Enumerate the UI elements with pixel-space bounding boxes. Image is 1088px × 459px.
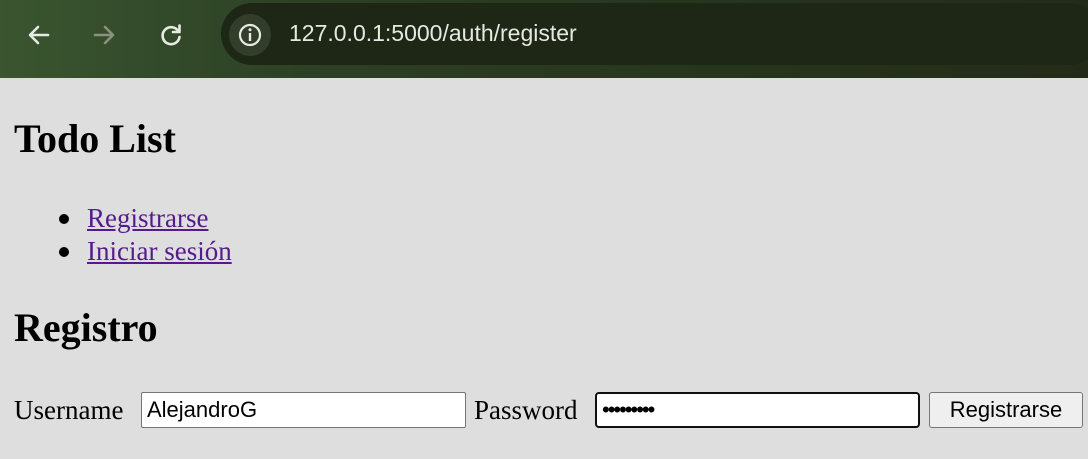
browser-toolbar: 127.0.0.1:5000/auth/register [0,0,1088,78]
register-link[interactable]: Registrarse [87,203,208,233]
back-button[interactable] [19,15,59,55]
nav-item-register: Registrarse [14,202,232,235]
reload-icon [161,24,181,46]
info-icon [238,23,262,47]
nav-item-login: Iniciar sesión [14,235,232,268]
arrow-left-icon [28,25,50,45]
password-label: Password [474,395,578,425]
forward-button[interactable] [84,15,124,55]
username-label: Username [14,395,124,425]
page-title: Todo List [14,116,176,161]
login-link[interactable]: Iniciar sesión [87,236,232,266]
username-input[interactable] [141,392,466,428]
site-info-button[interactable] [229,14,271,56]
address-bar[interactable]: 127.0.0.1:5000/auth/register [221,3,1088,65]
arrow-right-icon [93,25,115,45]
reload-button[interactable] [151,15,191,55]
form-heading: Registro [14,305,158,350]
register-submit-button[interactable]: Registrarse [929,392,1083,428]
password-input[interactable] [595,392,920,428]
url-text[interactable]: 127.0.0.1:5000/auth/register [289,20,577,47]
nav-list: Registrarse Iniciar sesión [14,202,232,268]
